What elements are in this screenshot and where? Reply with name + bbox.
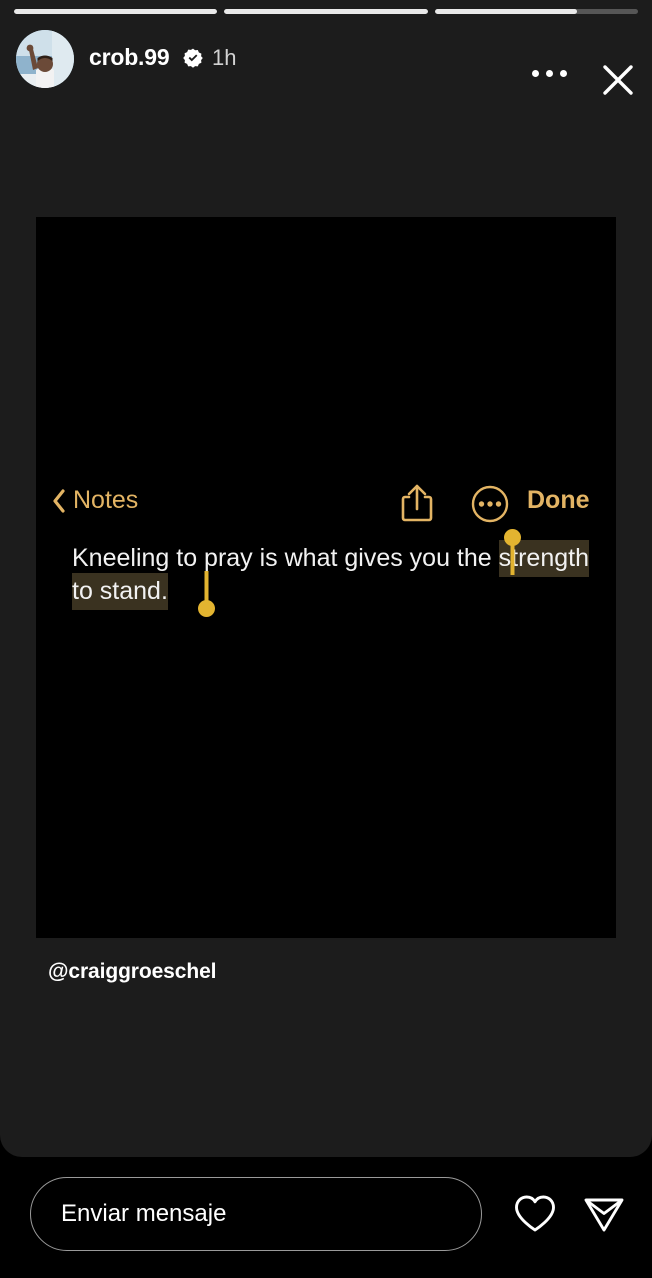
story-header: crob.99 1h (0, 28, 652, 95)
more-options-icon[interactable] (532, 70, 567, 77)
story-timestamp: 1h (212, 45, 237, 70)
close-icon[interactable] (598, 60, 638, 100)
progress-fill (14, 9, 218, 14)
send-icon[interactable] (582, 1193, 626, 1235)
heart-icon[interactable] (513, 1193, 557, 1235)
story-panel: crob.99 1h Notes Done Kneeling to pray i… (0, 0, 652, 1157)
note-screenshot-card[interactable]: Notes Done Kneeling to pray is what give… (36, 217, 616, 938)
more-circle-icon[interactable] (470, 484, 510, 524)
note-text-selected-part-2: to stand. (72, 573, 168, 610)
notes-back-label: Notes (73, 486, 139, 514)
story-progress-bar (14, 9, 638, 14)
share-icon[interactable] (397, 482, 437, 524)
note-text-body[interactable]: Kneeling to pray is what gives you the s… (72, 529, 592, 617)
chevron-left-icon (52, 488, 66, 513)
progress-segment-active[interactable] (434, 9, 638, 14)
story-caption: @craiggroeschel (48, 960, 217, 983)
message-input[interactable]: Enviar mensaje (30, 1177, 482, 1251)
verified-badge-icon (183, 48, 203, 68)
note-text-line-1: Kneeling to pray is what gives you the s… (72, 540, 592, 577)
notes-back-button[interactable]: Notes (52, 486, 138, 515)
note-text-unselected: Kneeling to pray is what gives you the (72, 544, 499, 572)
progress-fill (224, 9, 428, 14)
story-bottom-bar: Enviar mensaje (0, 1157, 652, 1278)
avatar[interactable] (16, 30, 74, 88)
note-text-line-2: to stand. (72, 573, 592, 610)
message-placeholder: Enviar mensaje (61, 1200, 227, 1227)
note-text-selected-part-1: strength (498, 540, 589, 577)
progress-segment[interactable] (14, 9, 218, 14)
progress-segment[interactable] (224, 9, 428, 14)
notes-done-button[interactable]: Done (527, 486, 590, 515)
progress-fill (434, 9, 577, 14)
username[interactable]: crob.99 (89, 44, 170, 71)
notes-toolbar: Notes Done (36, 482, 616, 526)
story-viewer: crob.99 1h Notes Done Kneeling to pray i… (0, 0, 652, 1278)
